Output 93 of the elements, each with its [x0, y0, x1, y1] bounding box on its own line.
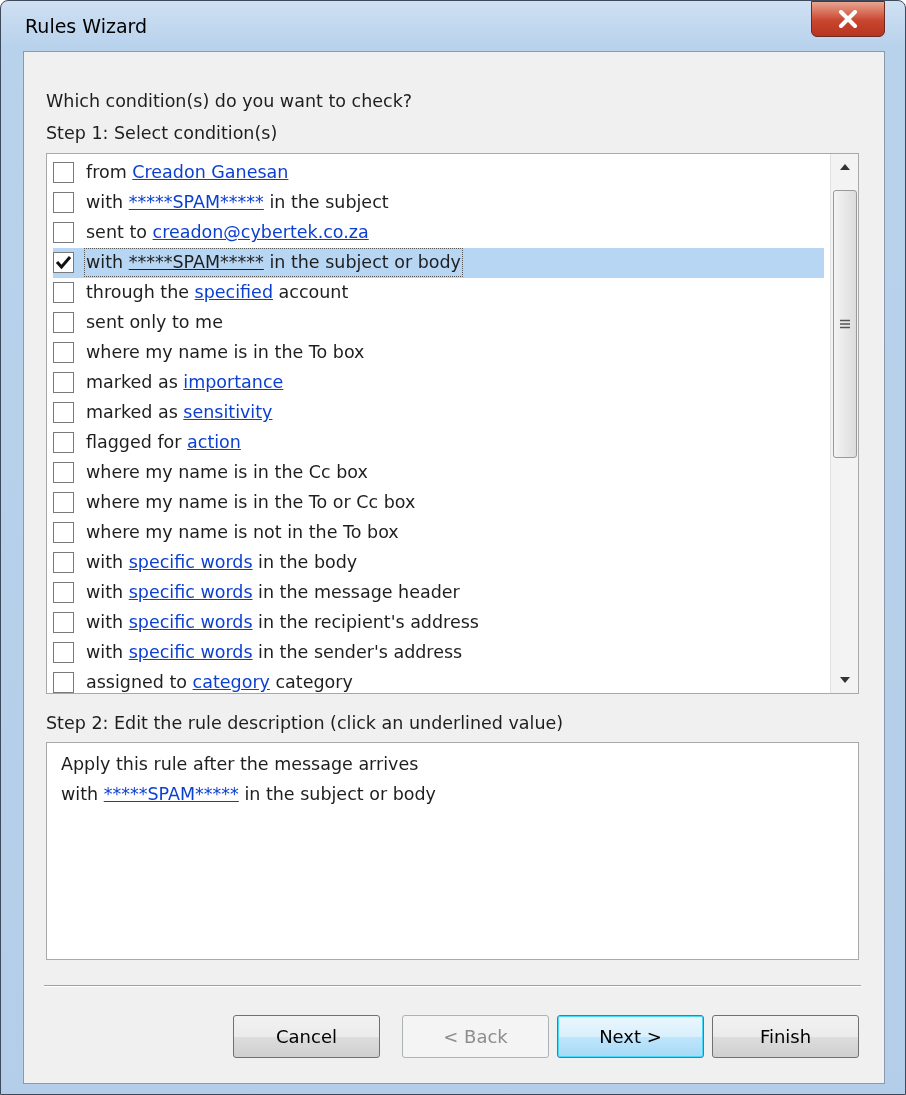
window-title: Rules Wizard [24, 13, 148, 39]
checkbox[interactable] [53, 642, 74, 663]
condition-text: flagged for [86, 431, 183, 455]
checkbox[interactable] [53, 282, 74, 303]
condition-row[interactable]: where my name is in the Cc box [53, 457, 824, 488]
condition-text: in the subject or body [243, 782, 436, 806]
step-label: Step 2: Edit the rule description (click an underlined value) [46, 711, 565, 735]
condition-text: sent to [86, 221, 148, 245]
condition-text: assigned to [86, 671, 189, 693]
value-link[interactable]: specific words [128, 579, 253, 606]
condition-row[interactable]: with specific words in the message header [53, 577, 824, 608]
condition-text: with [86, 581, 125, 605]
checkbox[interactable] [53, 372, 74, 393]
scrollbar[interactable] [830, 153, 858, 693]
dialog-button[interactable]: Cancel [233, 1014, 380, 1058]
dialog-button[interactable]: Next > [557, 1014, 704, 1058]
condition-text: Apply this rule after the message arrives [61, 752, 419, 776]
checkbox[interactable] [53, 612, 74, 633]
condition-row[interactable]: marked as sensitivity [53, 397, 824, 428]
value-link[interactable]: Creadon Ganesan [132, 159, 289, 186]
condition-text: where my name is in the To box [86, 341, 365, 365]
condition-text: in the body [257, 551, 358, 575]
value-link[interactable]: action [187, 429, 241, 456]
scrollbar-thumb[interactable] [832, 189, 857, 458]
condition-text: sent only to me [86, 311, 223, 335]
condition-row[interactable]: sent only to me [53, 307, 824, 338]
checkbox[interactable] [53, 162, 74, 183]
condition-text: where my name is in the To or Cc box [86, 491, 416, 515]
condition-row[interactable]: from Creadon Ganesan [53, 157, 824, 188]
down-arrow-icon [838, 675, 851, 684]
condition-text: with [86, 251, 125, 275]
condition-text: in the subject [268, 191, 389, 215]
condition-text: where my name is not in the To box [86, 521, 399, 545]
value-link[interactable]: sensitivity [183, 399, 273, 426]
checkbox[interactable] [53, 192, 74, 213]
value-link[interactable]: specified [194, 279, 273, 306]
condition-text: in the sender's address [257, 641, 463, 665]
condition-text: in the message header [257, 581, 460, 605]
condition-text: in the recipient's address [257, 611, 479, 635]
value-link[interactable]: *****SPAM***** [128, 189, 264, 216]
condition-row[interactable]: with specific words in the sender's address [53, 637, 824, 668]
question-label: Which condition(s) do you want to check? [46, 90, 414, 113]
condition-row[interactable]: where my name is not in the To box [53, 517, 824, 548]
checkbox[interactable] [53, 312, 74, 333]
value-link[interactable]: *****SPAM***** [103, 778, 239, 809]
checkbox[interactable] [53, 252, 74, 273]
condition-text: with [86, 551, 125, 575]
value-link[interactable]: specific words [128, 639, 253, 666]
condition-row[interactable]: where my name is in the To or Cc box [53, 487, 824, 518]
condition-text: with [86, 641, 125, 665]
condition-text: marked as [86, 371, 179, 395]
checkbox[interactable] [53, 432, 74, 453]
condition-row[interactable]: marked as importance [53, 367, 824, 398]
condition-text: category [274, 671, 353, 693]
condition-text: account [277, 281, 349, 305]
checkbox[interactable] [53, 672, 74, 693]
condition-text: with [86, 191, 125, 215]
condition-text: with [86, 611, 125, 635]
checkbox[interactable] [53, 342, 74, 363]
selected-row[interactable]: with *****SPAM***** in the subject or body [53, 247, 824, 278]
condition-text: where my name is in the Cc box [86, 461, 368, 485]
dialog-button[interactable]: Finish [712, 1014, 859, 1058]
close-icon [837, 10, 859, 28]
value-link[interactable]: category [192, 669, 270, 693]
condition-row[interactable]: sent to creadon@cybertek.co.za [53, 217, 824, 248]
condition-text: in the subject or body [268, 251, 461, 275]
value-link[interactable]: specific words [128, 609, 253, 636]
condition-row[interactable]: where my name is in the To box [53, 337, 824, 368]
condition-row[interactable]: with specific words in the recipient's address [53, 607, 824, 638]
close-button[interactable] [811, 1, 885, 37]
checkbox[interactable] [53, 522, 74, 543]
condition-row[interactable]: assigned to category category [53, 667, 824, 693]
checkbox[interactable] [53, 552, 74, 573]
condition-row[interactable]: flagged for action [53, 427, 824, 458]
condition-text: marked as [86, 401, 179, 425]
checkbox[interactable] [53, 492, 74, 513]
condition-row[interactable]: with specific words in the body [53, 547, 824, 578]
value-link[interactable]: specific words [128, 549, 253, 576]
checkbox[interactable] [53, 402, 74, 423]
step-label: Step 1: Select condition(s) [46, 122, 279, 146]
value-link[interactable]: importance [183, 369, 284, 396]
checkbox[interactable] [53, 462, 74, 483]
up-arrow-icon [838, 162, 851, 171]
condition-text: through the [86, 281, 191, 305]
grip-icon [838, 318, 851, 329]
condition-row[interactable]: with *****SPAM***** in the subject [53, 187, 824, 218]
value-link[interactable]: creadon@cybertek.co.za [152, 219, 369, 246]
checkbox[interactable] [53, 582, 74, 603]
condition-text: from [86, 161, 128, 185]
value-link[interactable]: *****SPAM***** [128, 249, 264, 276]
checkbox[interactable] [53, 222, 74, 243]
condition-text: with [61, 782, 100, 806]
condition-row[interactable]: through the specified account [53, 277, 824, 308]
